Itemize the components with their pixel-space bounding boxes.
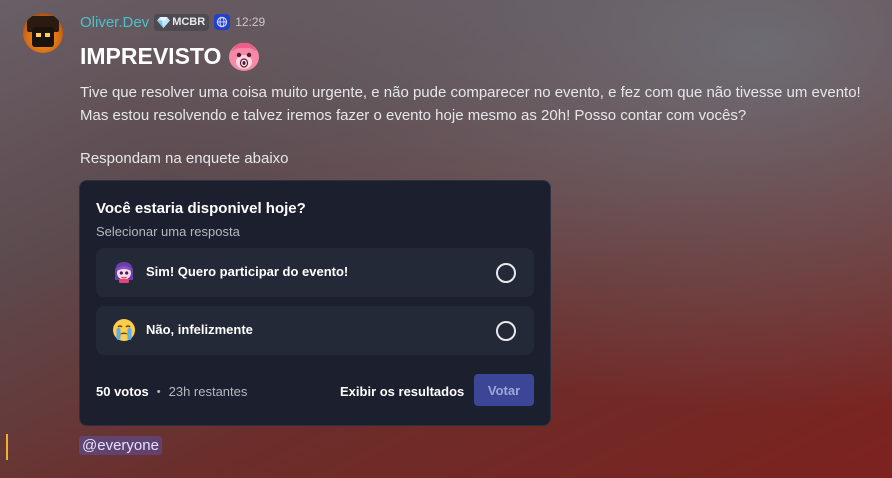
diamond-icon — [157, 16, 171, 28]
message-title: IMPREVISTO — [80, 40, 261, 72]
guild-tag[interactable]: MCBR — [154, 13, 210, 31]
poll-subtitle: Selecionar uma resposta — [96, 224, 240, 239]
crying-face-emoji-icon — [113, 319, 135, 341]
poll-question: Você estaria disponivel hoje? — [96, 200, 306, 217]
unread-indicator — [6, 434, 8, 460]
poll-card: Você estaria disponivel hoje? Selecionar… — [79, 180, 551, 426]
poll-option-no[interactable]: Não, infelizmente — [96, 306, 534, 355]
timestamp[interactable]: 12:29 — [235, 15, 265, 29]
shocked-emoji-icon — [229, 42, 260, 71]
poll-option-yes[interactable]: Sim! Quero participar do evento! — [96, 248, 534, 297]
globe-badge-icon[interactable] — [214, 14, 231, 30]
poll-option-label: Não, infelizmente — [146, 322, 253, 337]
message-header: Oliver.Dev MCBR 12:29 — [80, 13, 265, 31]
message-line-1: Tive que resolver uma coisa muito urgent… — [80, 84, 861, 101]
time-remaining: 23h restantes — [168, 384, 248, 399]
everyone-mention[interactable]: @everyone — [79, 436, 162, 455]
separator-dot: • — [156, 385, 161, 398]
vote-count: 50 votos — [96, 384, 149, 399]
title-text: IMPREVISTO — [80, 42, 222, 69]
radio-button[interactable] — [496, 263, 516, 283]
username[interactable]: Oliver.Dev — [80, 14, 149, 31]
chat-message: Oliver.Dev MCBR 12:29 IMPREVISTO Tive qu… — [0, 0, 892, 478]
anime-girl-emoji-icon — [115, 262, 133, 283]
message-line-3: Respondam na enquete abaixo — [80, 150, 289, 167]
message-line-2: Mas estou resolvendo e talvez iremos faz… — [80, 107, 747, 124]
show-results-button[interactable]: Exibir os resultados — [340, 384, 464, 399]
avatar[interactable] — [23, 13, 63, 53]
poll-option-label: Sim! Quero participar do evento! — [146, 264, 349, 279]
guild-tag-label: MCBR — [172, 16, 206, 28]
radio-button[interactable] — [496, 321, 516, 341]
vote-button[interactable]: Votar — [474, 374, 534, 406]
poll-footer: 50 votos • 23h restantes — [96, 384, 247, 399]
